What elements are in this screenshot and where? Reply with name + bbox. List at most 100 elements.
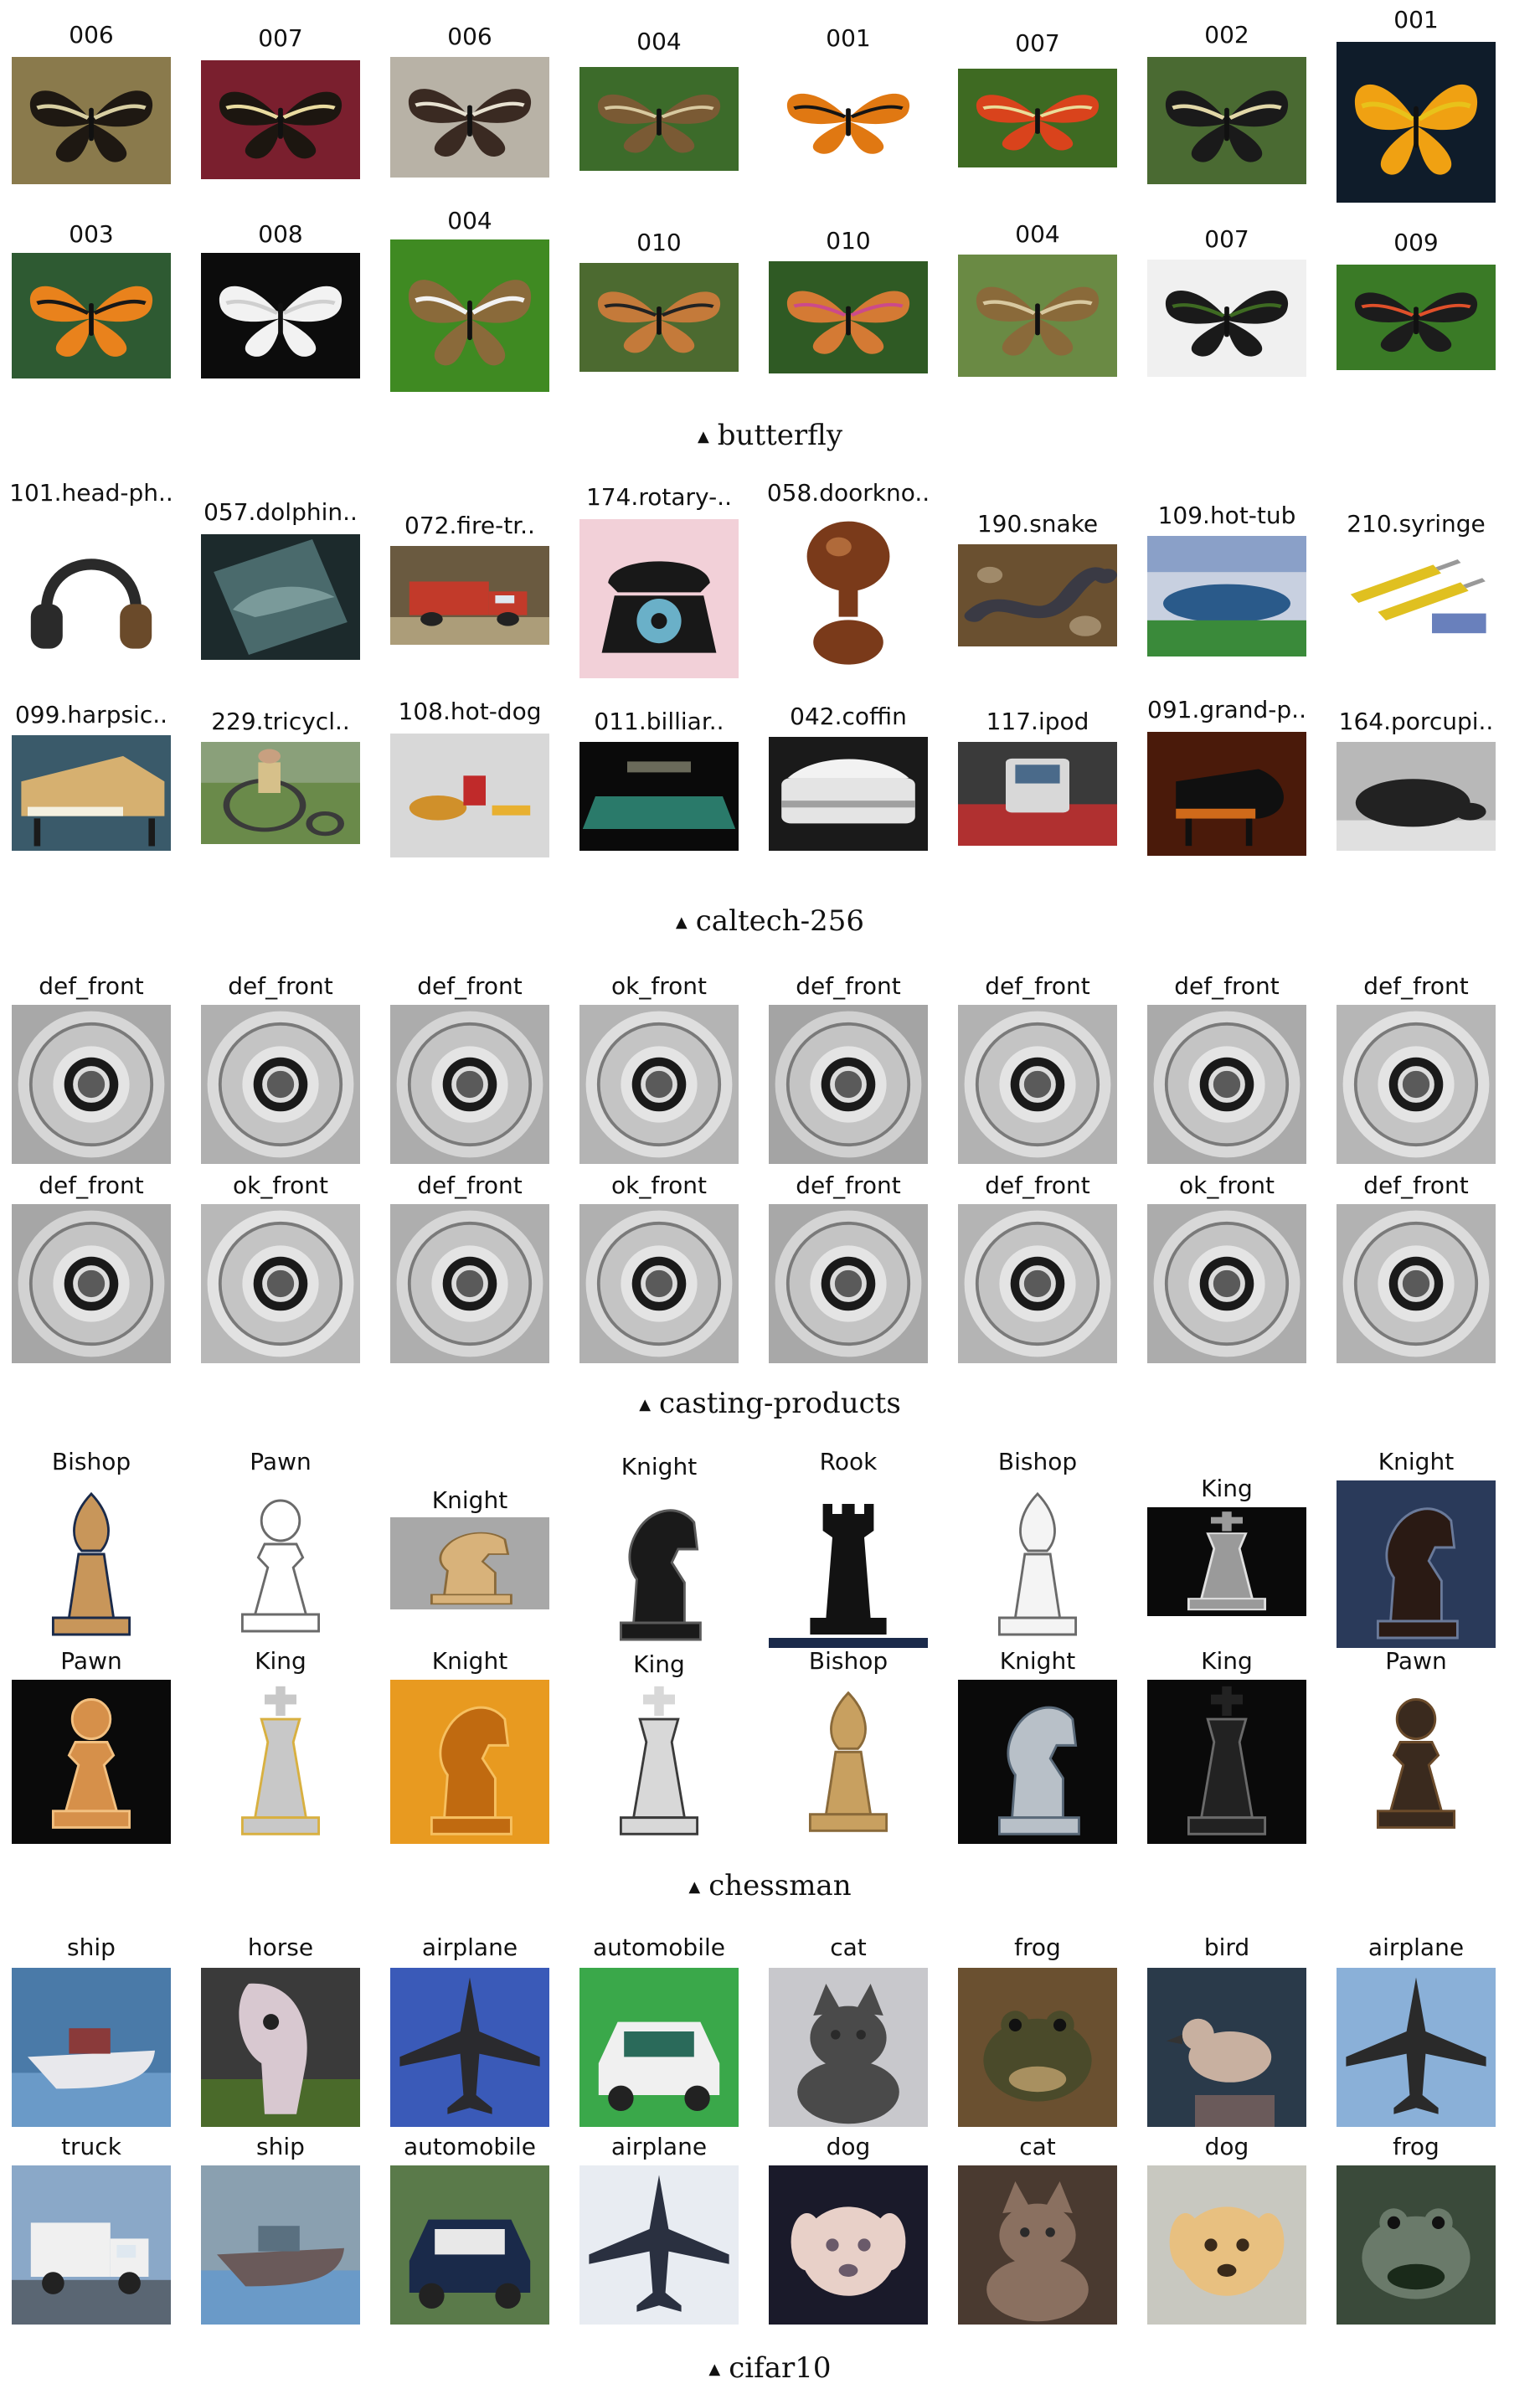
- frog-icon: [958, 1968, 1117, 2127]
- king-icon: [579, 1680, 739, 1844]
- sample-label: Knight: [431, 1647, 508, 1675]
- disc-icon: [769, 1204, 928, 1363]
- sample-thumbnail: [1337, 265, 1496, 370]
- sample-label: 006: [69, 21, 114, 49]
- sample-label: cat: [830, 1933, 867, 1961]
- sample-thumbnail: [12, 57, 171, 184]
- sample-label: def_front: [796, 972, 901, 1000]
- sample-label: King: [1201, 1647, 1253, 1675]
- sample-label: Rook: [819, 1448, 878, 1475]
- sample-thumbnail: [12, 735, 171, 851]
- sample-thumbnail: [769, 1680, 928, 1844]
- sample-thumbnail: [390, 1968, 549, 2127]
- dataset-caption: ▲ casting-products: [0, 1387, 1540, 1422]
- sample-thumbnail: [958, 1968, 1117, 2127]
- sample-thumbnail: [1147, 57, 1306, 184]
- cat-icon: [769, 1968, 928, 2127]
- car-icon: [390, 2165, 549, 2325]
- sample-thumbnail: [390, 2165, 549, 2325]
- sample-label: Pawn: [250, 1448, 312, 1475]
- disc-icon: [769, 1005, 928, 1164]
- sample-label: def_front: [39, 972, 144, 1000]
- tricycle-icon: [201, 742, 360, 844]
- dataset-caption: ▲ chessman: [0, 1869, 1540, 1904]
- disc-icon: [1337, 1204, 1496, 1363]
- sample-label: def_front: [228, 972, 333, 1000]
- sample-thumbnail: [1147, 1507, 1306, 1616]
- sample-thumbnail: [579, 519, 739, 678]
- snake-icon: [958, 544, 1117, 646]
- sample-thumbnail: [579, 1680, 739, 1844]
- sample-label: bird: [1203, 1933, 1250, 1961]
- bird-icon: [1147, 1968, 1306, 2127]
- sample-label: 174.rotary-..: [585, 483, 732, 511]
- sample-label: 072.fire-tr..: [404, 512, 535, 539]
- dataset-caption-text: cifar10: [729, 2351, 832, 2385]
- sample-thumbnail: [12, 1480, 171, 1648]
- sample-label: truck: [61, 2133, 121, 2160]
- airplane-icon: [390, 1968, 549, 2127]
- sample-label: 007: [1015, 29, 1060, 57]
- sample-thumbnail: [579, 1482, 739, 1650]
- truck-icon: [390, 546, 549, 645]
- sample-label: 229.tricycl..: [211, 708, 350, 735]
- sample-label: 004: [447, 207, 492, 234]
- sample-label: Knight: [431, 1486, 508, 1514]
- sample-thumbnail: [201, 1204, 360, 1363]
- sample-thumbnail: [958, 1680, 1117, 1844]
- sample-thumbnail: [958, 1480, 1117, 1648]
- headphones-icon: [12, 515, 171, 674]
- sample-thumbnail: [12, 1005, 171, 1164]
- airplane-icon: [579, 2165, 739, 2325]
- butterfly-icon: [12, 57, 171, 184]
- sample-label: 042.coffin: [790, 703, 907, 730]
- sample-thumbnail: [390, 1680, 549, 1844]
- horse-icon: [201, 1968, 360, 2127]
- sample-label: ok_front: [611, 972, 707, 1000]
- triangle-up-icon: ▲: [688, 1878, 701, 1896]
- sample-label: Knight: [1378, 1448, 1455, 1475]
- sample-thumbnail: [579, 1005, 739, 1164]
- sample-thumbnail: [1337, 544, 1496, 643]
- sample-thumbnail: [579, 1204, 739, 1363]
- bishop-icon: [769, 1680, 928, 1844]
- triangle-up-icon: ▲: [697, 428, 709, 445]
- sample-label: 101.head-ph..: [9, 479, 173, 507]
- dataset-caption: ▲ butterfly: [0, 419, 1540, 454]
- sample-label: airplane: [421, 1933, 518, 1961]
- sample-thumbnail: [769, 1480, 928, 1648]
- dolphin-icon: [201, 534, 360, 660]
- sample-thumbnail: [201, 534, 360, 660]
- dataset-caption-text: chessman: [708, 1869, 852, 1902]
- sample-thumbnail: [958, 2165, 1117, 2325]
- pawn-icon: [12, 1680, 171, 1844]
- sample-label: def_front: [985, 1171, 1090, 1199]
- sample-thumbnail: [201, 2165, 360, 2325]
- sample-label: 164.porcupi..: [1338, 708, 1494, 735]
- sample-thumbnail: [201, 253, 360, 378]
- sample-label: airplane: [610, 2133, 708, 2160]
- sample-label: automobile: [593, 1933, 725, 1961]
- sample-label: 210.syringe: [1347, 510, 1486, 538]
- knight-icon: [958, 1680, 1117, 1844]
- sample-label: 108.hot-dog: [398, 698, 542, 725]
- sample-thumbnail: [1147, 732, 1306, 856]
- sample-thumbnail: [958, 742, 1117, 846]
- sample-label: def_front: [985, 972, 1090, 1000]
- butterfly-icon: [769, 261, 928, 373]
- butterfly-icon: [201, 60, 360, 179]
- sample-thumbnail: [1337, 742, 1496, 851]
- sample-label: Bishop: [808, 1647, 888, 1675]
- pawn-icon: [201, 1480, 360, 1648]
- disc-icon: [390, 1005, 549, 1164]
- sample-thumbnail: [1337, 42, 1496, 203]
- sample-label: dog: [1204, 2133, 1249, 2160]
- sample-label: 006: [447, 23, 492, 50]
- rook-icon: [769, 1480, 928, 1648]
- sample-label: def_front: [1174, 972, 1280, 1000]
- sample-label: frog: [1014, 1933, 1061, 1961]
- sample-label: airplane: [1367, 1933, 1465, 1961]
- sample-label: 058.doorkno..: [766, 479, 930, 507]
- sample-label: cat: [1019, 2133, 1056, 2160]
- king-icon: [1147, 1680, 1306, 1844]
